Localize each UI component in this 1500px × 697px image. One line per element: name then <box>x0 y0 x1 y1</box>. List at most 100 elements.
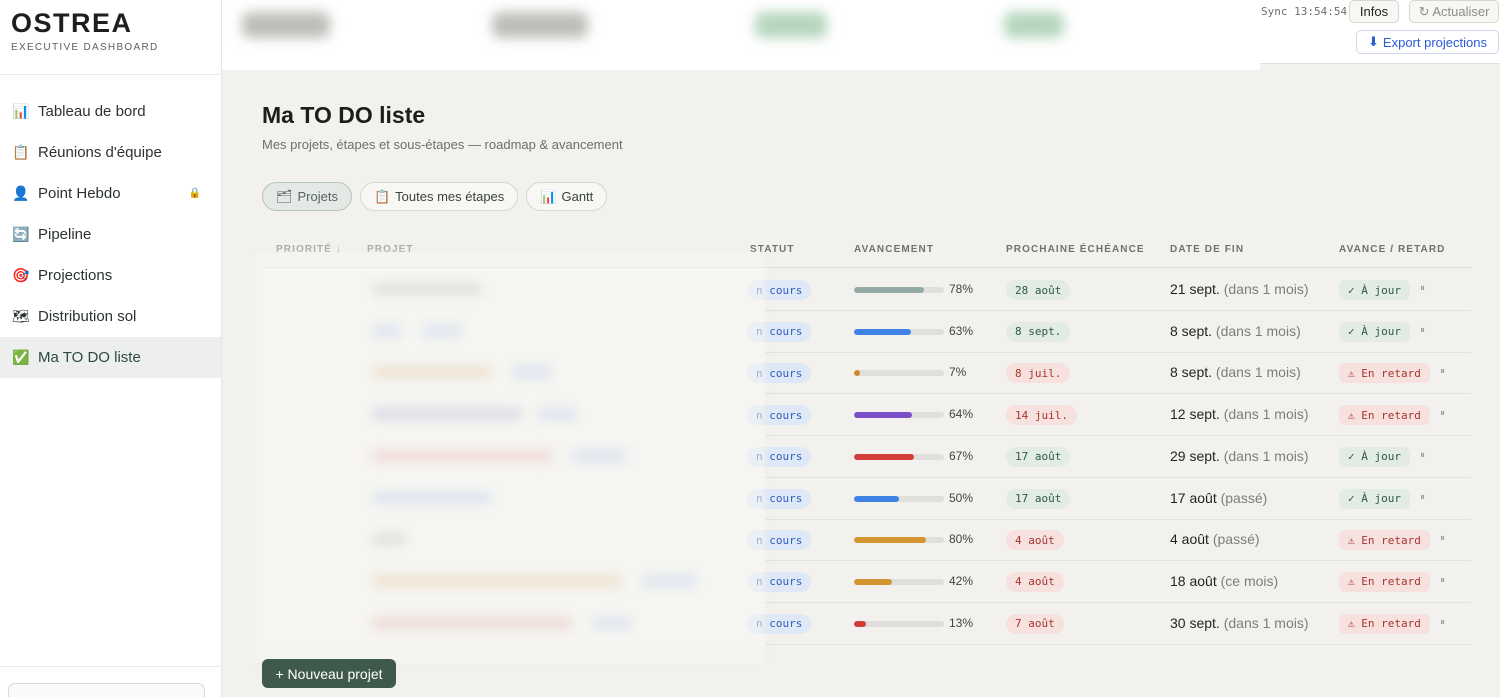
due-date-badge: 8 juil. <box>1006 363 1071 384</box>
kpi-blurred <box>242 12 330 38</box>
progress-label: 67% <box>949 448 974 463</box>
due-date-badge: 17 août <box>1006 488 1071 509</box>
progress-label: 50% <box>949 490 974 505</box>
brand-logo: OSTREA <box>11 8 133 38</box>
tab-etapes[interactable]: 📋 Toutes mes étapes <box>359 182 519 211</box>
target-icon: 🎯 <box>12 267 30 283</box>
sidebar-footer <box>0 666 221 697</box>
progress-label: 42% <box>949 573 974 588</box>
tab-label: Projets <box>297 189 338 204</box>
chart-icon: 📊 <box>540 188 557 204</box>
end-date-relative: (dans 1 mois) <box>1215 364 1301 381</box>
chart-icon: 📊 <box>12 103 30 119</box>
end-date-value: 8 sept. <box>1170 322 1213 339</box>
end-date-relative: (dans 1 mois) <box>1223 614 1309 631</box>
sidebar-item-point-hebdo[interactable]: 👤 Point Hebdo 🔒 <box>0 173 221 214</box>
drag-handle-icon[interactable]: ⏸ <box>1440 366 1445 377</box>
progress-fill <box>854 412 912 419</box>
progress-bar <box>854 537 944 544</box>
schedule-badge: ✓ À jour <box>1339 280 1410 300</box>
new-project-button[interactable]: + Nouveau projet <box>262 659 396 688</box>
progress-fill <box>854 620 866 627</box>
due-date-badge: 7 août <box>1006 613 1064 634</box>
end-date-value: 17 août <box>1170 489 1217 506</box>
end-date: 21 sept. (dans 1 mois) <box>1170 281 1309 297</box>
progress-label: 80% <box>949 532 974 547</box>
progress-label: 7% <box>949 365 967 380</box>
progress-fill <box>854 453 915 460</box>
column-echeance[interactable]: PROCHAINE ÉCHÉANCE <box>1006 244 1145 255</box>
sidebar-nav: 📊 Tableau de bord 📋 Réunions d'équipe 👤 … <box>0 91 221 378</box>
progress-fill <box>854 370 861 377</box>
brand-subtitle: EXECUTIVE DASHBOARD <box>11 42 159 53</box>
drag-handle-icon[interactable]: ⏸ <box>1420 450 1425 461</box>
sidebar-item-pipeline[interactable]: 🔄 Pipeline <box>0 214 221 255</box>
schedule-badge: ✓ À jour <box>1339 321 1410 342</box>
end-date-value: 18 août <box>1170 572 1217 589</box>
due-date-badge: 4 août <box>1006 571 1064 592</box>
map-icon: 🗺 <box>12 308 30 324</box>
end-date: 18 août (ce mois) <box>1170 573 1278 589</box>
infos-button[interactable]: Infos <box>1349 0 1399 23</box>
progress-bar <box>854 287 944 293</box>
progress-bar <box>854 328 944 335</box>
end-date: 12 sept. (dans 1 mois) <box>1170 406 1309 422</box>
end-date-value: 8 sept. <box>1170 364 1213 381</box>
kpi-blurred <box>1004 12 1064 38</box>
end-date-relative: (dans 1 mois) <box>1223 447 1309 464</box>
end-date: 8 sept. (dans 1 mois) <box>1170 323 1301 339</box>
progress-bar <box>854 620 944 627</box>
brand: OSTREA EXECUTIVE DASHBOARD <box>0 0 221 75</box>
clipboard-icon: 📋 <box>373 188 391 204</box>
folder-icon: 🗂 <box>276 188 293 204</box>
column-avance-retard[interactable]: AVANCE / RETARD <box>1339 244 1446 255</box>
page-title: Ma TO DO liste <box>262 102 426 128</box>
progress-label: 13% <box>949 615 974 630</box>
progress-fill <box>854 495 899 502</box>
tab-label: Gantt <box>561 189 594 204</box>
drag-handle-icon[interactable]: ⏸ <box>1440 533 1445 544</box>
refresh-button[interactable]: ↻ Actualiser <box>1409 0 1499 23</box>
end-date: 30 sept. (dans 1 mois) <box>1170 615 1309 631</box>
tab-label: Toutes mes étapes <box>395 189 505 204</box>
checkmark-icon: ✅ <box>12 349 30 365</box>
sidebar-footer-button[interactable] <box>8 683 205 697</box>
end-date-value: 29 sept. <box>1170 447 1220 464</box>
schedule-badge: ✓ À jour <box>1339 488 1410 509</box>
sidebar-item-label: Ma TO DO liste <box>38 349 141 366</box>
end-date-value: 4 août <box>1170 531 1209 548</box>
export-projections-button[interactable]: ⬇ Export projections <box>1356 30 1499 54</box>
drag-handle-icon[interactable]: ⏸ <box>1420 283 1425 294</box>
sidebar-item-reunions[interactable]: 📋 Réunions d'équipe <box>0 132 221 173</box>
sidebar-item-label: Projections <box>38 267 113 284</box>
due-date-badge: 28 août <box>1006 280 1071 300</box>
progress-bar <box>854 370 944 377</box>
drag-handle-icon[interactable]: ⏸ <box>1420 325 1425 336</box>
user-icon: 👤 <box>12 185 30 201</box>
sidebar-item-projections[interactable]: 🎯 Projections <box>0 255 221 296</box>
drag-handle-icon[interactable]: ⏸ <box>1440 617 1445 628</box>
blurred-project-names <box>255 252 765 664</box>
progress-label: 63% <box>949 323 974 338</box>
cycle-icon: 🔄 <box>12 226 30 242</box>
download-icon: ⬇ <box>1368 34 1379 49</box>
progress-label: 78% <box>949 282 974 296</box>
drag-handle-icon[interactable]: ⏸ <box>1420 492 1425 503</box>
tab-gantt[interactable]: 📊 Gantt <box>526 182 608 211</box>
column-avancement[interactable]: AVANCEMENT <box>854 244 934 255</box>
schedule-badge: ⚠ En retard <box>1339 405 1430 426</box>
tab-projets[interactable]: 🗂 Projets <box>262 182 352 211</box>
schedule-badge: ⚠ En retard <box>1339 571 1430 592</box>
sidebar-item-todo[interactable]: ✅ Ma TO DO liste <box>0 337 221 378</box>
sidebar-item-tableau-de-bord[interactable]: 📊 Tableau de bord <box>0 91 221 132</box>
due-date-badge: 17 août <box>1006 446 1071 467</box>
end-date: 8 sept. (dans 1 mois) <box>1170 364 1301 380</box>
sidebar-item-distribution-sol[interactable]: 🗺 Distribution sol <box>0 296 221 337</box>
end-date-value: 12 sept. <box>1170 406 1220 423</box>
drag-handle-icon[interactable]: ⏸ <box>1440 575 1445 586</box>
sidebar-item-label: Point Hebdo <box>38 185 121 202</box>
column-date-fin[interactable]: DATE DE FIN <box>1170 244 1244 255</box>
drag-handle-icon[interactable]: ⏸ <box>1440 408 1445 419</box>
clipboard-icon: 📋 <box>12 144 30 160</box>
kpi-bar <box>222 0 1260 70</box>
